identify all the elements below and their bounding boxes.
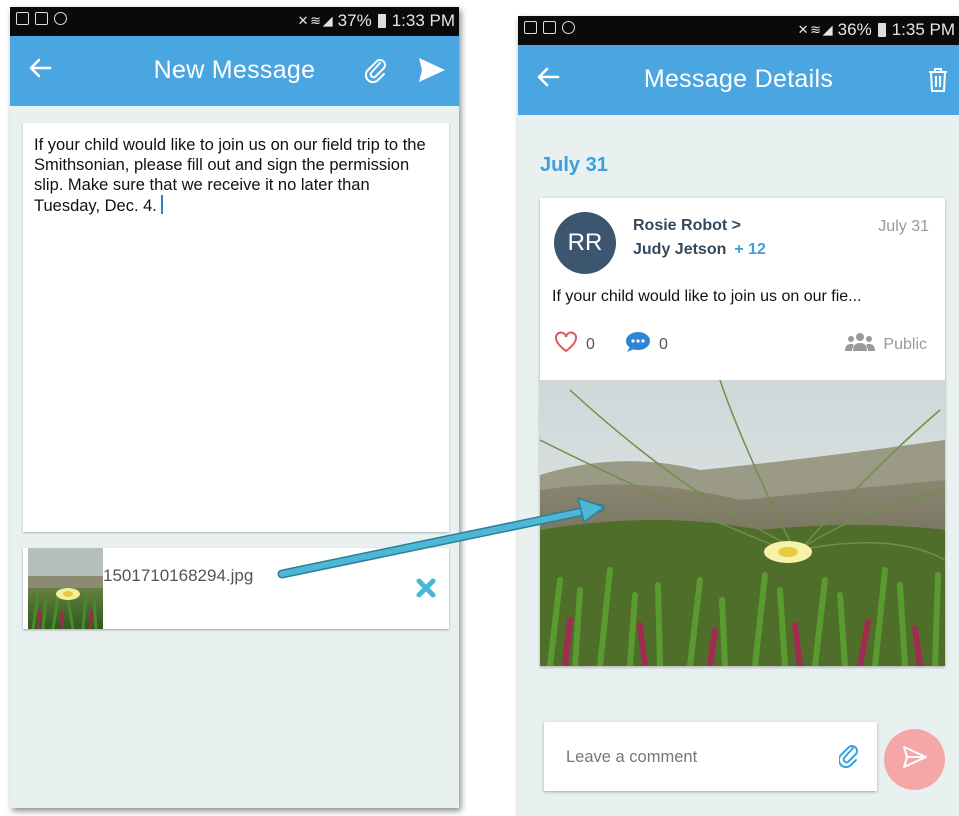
- battery-level: 36%: [837, 20, 872, 39]
- recipient-name: Judy Jetson: [633, 241, 727, 258]
- comment-count: 0: [659, 335, 668, 353]
- like-button[interactable]: 0: [554, 331, 595, 358]
- trash-icon[interactable]: [927, 67, 949, 93]
- recipient-line: Judy Jetson + 12: [633, 241, 766, 259]
- paperclip-icon[interactable]: [364, 58, 387, 84]
- page-title: New Message: [153, 56, 316, 84]
- app-bar: Message Details: [518, 45, 959, 115]
- send-icon: [902, 745, 928, 774]
- sync-icon: [54, 12, 67, 25]
- battery-icon: [377, 14, 386, 28]
- comment-input[interactable]: [544, 722, 858, 793]
- recipient-count[interactable]: + 12: [734, 241, 766, 258]
- attachment-photo[interactable]: [540, 380, 945, 666]
- battery-icon: [877, 23, 886, 37]
- app-bar: New Message: [10, 36, 459, 106]
- signal-icon: ✕ ≋ ◢: [297, 13, 333, 28]
- send-comment-button[interactable]: [884, 729, 945, 790]
- gallery-icon: [16, 12, 29, 25]
- attachment-filename: 1501710168294.jpg: [103, 566, 254, 585]
- like-count: 0: [586, 335, 595, 353]
- comments-button[interactable]: 0: [625, 331, 668, 358]
- avatar: RR: [554, 212, 616, 274]
- visibility-label: Public: [883, 335, 927, 353]
- signal-icon: ✕ ≋ ◢: [797, 22, 833, 37]
- clock: 1:35 PM: [891, 20, 955, 39]
- page-title: Message Details: [643, 65, 834, 93]
- message-body-field[interactable]: If your child would like to join us on o…: [23, 123, 449, 532]
- paperclip-icon[interactable]: [837, 744, 859, 769]
- comment-input-container: [544, 722, 877, 793]
- visibility-indicator: Public: [845, 332, 927, 357]
- status-bar: ✕ ≋ ◢ 36% 1:35 PM: [518, 16, 959, 45]
- text-cursor: [160, 195, 163, 214]
- attachment-thumbnail: [28, 548, 103, 629]
- message-preview: If your child would like to join us on o…: [552, 288, 862, 305]
- date-heading: July 31: [540, 154, 608, 176]
- message-date: July 31: [878, 218, 929, 235]
- clock: 1:33 PM: [391, 11, 455, 30]
- new-message-screen: ✕ ≋ ◢ 37% 1:33 PM New Message If your ch…: [10, 7, 459, 808]
- message-details-screen: ✕ ≋ ◢ 36% 1:35 PM Message Details July 3…: [518, 16, 959, 816]
- group-icon: [845, 332, 876, 357]
- sender-name: Rosie Robot >: [633, 217, 742, 234]
- comment-bubble-icon: [625, 331, 651, 358]
- battery-level: 37%: [337, 11, 372, 30]
- remove-attachment-icon[interactable]: [415, 577, 437, 599]
- gallery-icon: [524, 21, 537, 34]
- message-card[interactable]: RR Rosie Robot > Judy Jetson + 12 July 31…: [540, 198, 945, 666]
- attachment-row: 1501710168294.jpg: [23, 548, 449, 629]
- download-icon: [543, 21, 556, 34]
- heart-icon: [554, 331, 578, 358]
- sync-icon: [562, 21, 575, 34]
- status-bar: ✕ ≋ ◢ 37% 1:33 PM: [10, 7, 459, 36]
- send-icon[interactable]: [417, 56, 447, 84]
- message-body-text: If your child would like to join us on o…: [34, 136, 426, 215]
- download-icon: [35, 12, 48, 25]
